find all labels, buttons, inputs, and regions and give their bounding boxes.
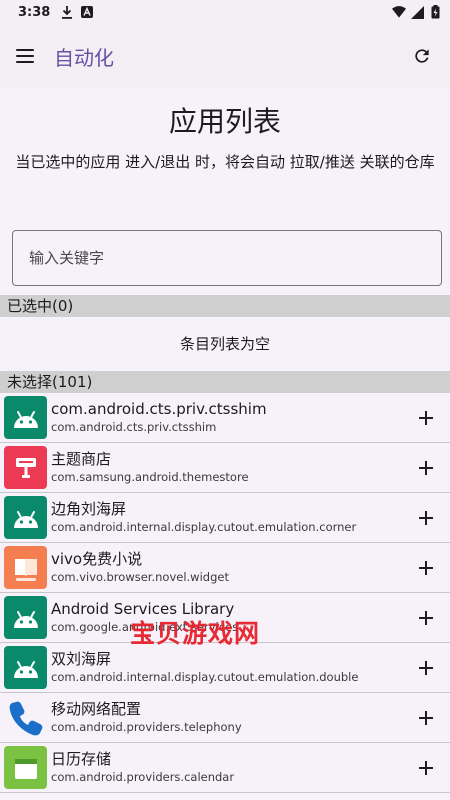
content: 应用列表 当已选中的应用 进入/退出 时，将会自动 拉取/推送 关联的仓库 已选… (0, 102, 450, 793)
app-list: com.android.cts.priv.ctsshim com.android.… (0, 393, 450, 793)
app-bar-title: 自动化 (54, 45, 114, 70)
app-list-item[interactable]: Android Services Library com.google.andro… (0, 593, 450, 643)
app-name: com.android.cts.priv.ctsshim (51, 400, 267, 418)
wifi-icon (392, 5, 406, 19)
theme-store-icon (4, 446, 47, 489)
app-text: 边角刘海屏 com.android.internal.display.cutout… (51, 499, 406, 536)
add-icon[interactable] (412, 504, 440, 532)
app-package: com.android.internal.display.cutout.emul… (51, 520, 357, 534)
battery-icon (428, 5, 442, 19)
android-icon (4, 646, 47, 689)
app-package: com.vivo.browser.novel.widget (51, 570, 229, 584)
add-icon[interactable] (412, 604, 440, 632)
app-text: Android Services Library com.google.andro… (51, 599, 406, 636)
app-name: 双刘海屏 (51, 650, 112, 668)
app-package: com.android.providers.telephony (51, 720, 242, 734)
app-bar: 自动化 (0, 24, 450, 88)
status-bar: 3:38 (0, 0, 450, 24)
app-package: com.android.providers.calendar (51, 770, 235, 784)
selected-section-header: 已选中(0) (0, 295, 450, 317)
add-icon[interactable] (412, 404, 440, 432)
app-name: 移动网络配置 (51, 700, 142, 718)
app-text: 日历存储 com.android.providers.calendar (51, 749, 406, 786)
phone-icon (4, 696, 47, 739)
search-input[interactable] (29, 249, 425, 267)
add-icon[interactable] (412, 654, 440, 682)
page-title: 应用列表 (168, 105, 281, 138)
android-icon (4, 596, 47, 639)
notification-a-icon (80, 5, 94, 19)
add-icon[interactable] (412, 454, 440, 482)
app-list-item[interactable]: com.android.cts.priv.ctsshim com.android.… (0, 393, 450, 443)
app-package: com.samsung.android.themestore (51, 470, 249, 484)
selected-empty-text: 条目列表为空 (179, 335, 270, 353)
refresh-icon[interactable] (406, 40, 438, 72)
signal-icon (410, 5, 424, 19)
unselected-section-header: 未选择(101) (0, 371, 450, 393)
add-icon[interactable] (412, 704, 440, 732)
novel-icon (4, 546, 47, 589)
app-list-item[interactable]: 移动网络配置 com.android.providers.telephony (0, 693, 450, 743)
app-text: com.android.cts.priv.ctsshim com.android.… (51, 399, 406, 436)
app-name: Android Services Library (51, 600, 235, 618)
app-text: vivo免费小说 com.vivo.browser.novel.widget (51, 549, 406, 586)
app-list-item[interactable]: 主题商店 com.samsung.android.themestore (0, 443, 450, 493)
app-text: 移动网络配置 com.android.providers.telephony (51, 699, 406, 736)
app-text: 主题商店 com.samsung.android.themestore (51, 449, 406, 486)
menu-icon[interactable] (16, 43, 42, 69)
app-package: com.google.android.ext.services (51, 620, 239, 634)
app-list-item[interactable]: 边角刘海屏 com.android.internal.display.cutout… (0, 493, 450, 543)
app-list-item[interactable]: 日历存储 com.android.providers.calendar (0, 743, 450, 793)
calendar-icon (4, 746, 47, 789)
app-package: com.android.cts.priv.ctsshim (51, 420, 217, 434)
app-list-item[interactable]: 双刘海屏 com.android.internal.display.cutout.… (0, 643, 450, 693)
search-field[interactable] (12, 230, 442, 286)
app-name: 主题商店 (51, 450, 112, 468)
app-name: 日历存储 (51, 750, 112, 768)
app-text: 双刘海屏 com.android.internal.display.cutout.… (51, 649, 406, 686)
android-icon (4, 396, 47, 439)
app-name: 边角刘海屏 (51, 500, 127, 518)
page-description: 当已选中的应用 进入/退出 时，将会自动 拉取/推送 关联的仓库 (15, 153, 435, 171)
app-name: vivo免费小说 (51, 550, 143, 568)
download-icon (60, 5, 74, 19)
add-icon[interactable] (412, 754, 440, 782)
status-time: 3:38 (18, 4, 51, 20)
app-list-item[interactable]: vivo免费小说 com.vivo.browser.novel.widget (0, 543, 450, 593)
app-package: com.android.internal.display.cutout.emul… (51, 670, 359, 684)
android-icon (4, 496, 47, 539)
add-icon[interactable] (412, 554, 440, 582)
